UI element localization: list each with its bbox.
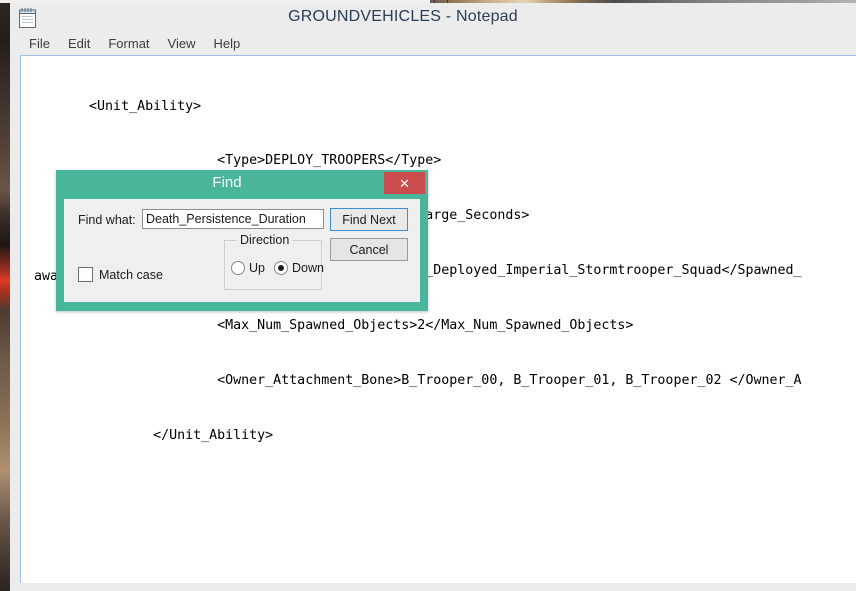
match-case-checkbox-row[interactable]: Match case bbox=[78, 267, 163, 282]
match-case-checkbox[interactable] bbox=[78, 267, 93, 282]
text-editor-area[interactable]: <Unit_Ability> <Type>DEPLOY_TROOPERS</Ty… bbox=[20, 55, 856, 583]
radio-down-indicator[interactable] bbox=[273, 261, 288, 275]
menu-item-help[interactable]: Help bbox=[204, 33, 249, 55]
cancel-button[interactable]: Cancel bbox=[330, 238, 408, 261]
window-titlebar[interactable]: GROUNDVEHICLES - Notepad bbox=[10, 3, 856, 33]
close-icon[interactable]: ✕ bbox=[384, 172, 425, 194]
code-line: <Max_Num_Spawned_Objects>2</Max_Num_Spaw… bbox=[25, 318, 634, 334]
radio-up-label: Up bbox=[249, 261, 265, 275]
find-what-input[interactable] bbox=[142, 209, 324, 229]
direction-group-label: Direction bbox=[237, 233, 293, 247]
code-line: <Unit_Ability> bbox=[25, 98, 202, 114]
screen: GROUNDVEHICLES - Notepad File Edit Forma… bbox=[0, 0, 856, 591]
menu-item-format[interactable]: Format bbox=[99, 33, 158, 55]
radio-up[interactable]: Up bbox=[231, 261, 265, 275]
desktop-wallpaper-left-strip bbox=[0, 0, 10, 591]
radio-down[interactable]: Down bbox=[273, 261, 324, 275]
find-what-label: Find what: bbox=[78, 213, 136, 227]
code-line: <Owner_Attachment_Bone>B_Trooper_00, B_T… bbox=[25, 373, 802, 389]
menu-item-view[interactable]: View bbox=[159, 33, 205, 55]
window-title: GROUNDVEHICLES - Notepad bbox=[288, 8, 518, 25]
find-next-button[interactable]: Find Next bbox=[330, 208, 408, 231]
menu-item-edit[interactable]: Edit bbox=[59, 33, 99, 55]
radio-up-indicator[interactable] bbox=[231, 261, 245, 275]
find-dialog-body: Find what: Find Next Cancel Direction Up… bbox=[64, 199, 420, 302]
find-dialog: Find ✕ Find what: Find Next Cancel Direc… bbox=[56, 170, 428, 311]
direction-radio-row: Up Down bbox=[231, 261, 324, 275]
direction-group: Direction Up Down bbox=[224, 233, 324, 290]
match-case-label: Match case bbox=[99, 267, 163, 282]
menu-item-file[interactable]: File bbox=[20, 33, 59, 55]
radio-down-label: Down bbox=[291, 261, 324, 275]
editor-content[interactable]: <Unit_Ability> <Type>DEPLOY_TROOPERS</Ty… bbox=[21, 56, 856, 583]
code-line: </Unit_Ability> bbox=[25, 427, 274, 443]
menu-bar: File Edit Format View Help bbox=[10, 33, 856, 55]
code-line: <Type>DEPLOY_TROOPERS</Type> bbox=[25, 153, 442, 169]
find-dialog-titlebar[interactable]: Find ✕ bbox=[56, 170, 428, 196]
find-dialog-title: Find bbox=[212, 174, 242, 191]
